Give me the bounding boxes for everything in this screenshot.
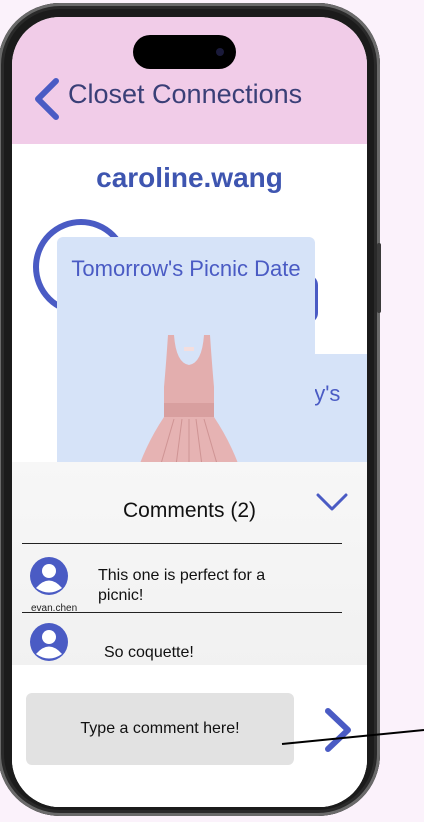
collapse-comments-button[interactable] (314, 487, 350, 517)
comment-text: This one is perfect for a picnic! (98, 567, 266, 604)
power-button (377, 243, 381, 313)
user-avatar-icon (30, 623, 68, 661)
comment-input[interactable] (26, 693, 294, 765)
pink-dress-image (134, 335, 244, 481)
page-title: Closet Connections (68, 79, 303, 109)
chevron-right-icon (325, 708, 351, 752)
phone-frame: Closet Connections caroline.wang ay's To… (0, 3, 381, 816)
app-header: Closet Connections (12, 17, 367, 144)
profile-username: caroline.wang (96, 162, 283, 193)
outfit-card-title: Tomorrow's Picnic Date (71, 256, 301, 281)
dynamic-island (133, 35, 236, 69)
user-avatar-icon (30, 557, 68, 595)
comment-divider (22, 612, 342, 613)
send-comment-button[interactable] (320, 707, 354, 753)
chevron-left-icon (35, 78, 59, 120)
comment-text: So coquette! (104, 644, 194, 661)
app-screen: Closet Connections caroline.wang ay's To… (12, 17, 367, 807)
back-button[interactable] (28, 75, 68, 123)
comments-divider (22, 543, 342, 544)
chevron-down-icon (316, 493, 348, 511)
